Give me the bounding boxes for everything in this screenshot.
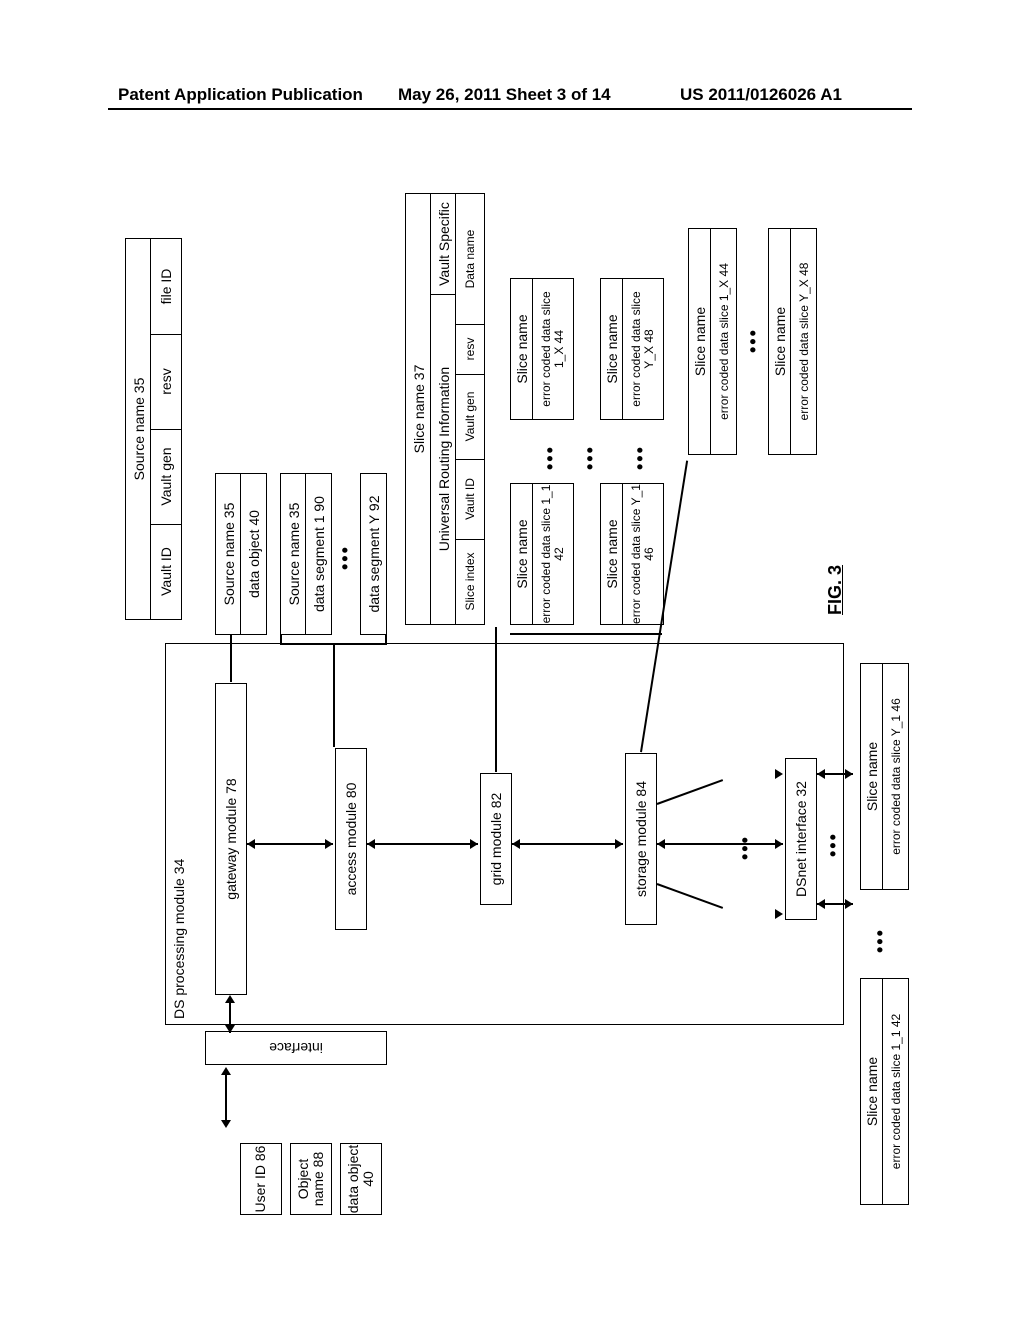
slice-name-8: Slice name <box>860 663 884 890</box>
vault-gen: Vault gen <box>150 428 182 525</box>
object-name-box: Object name 88 <box>290 1143 332 1215</box>
header-rule <box>108 108 912 110</box>
header-left: Patent Application Publication <box>118 85 363 105</box>
gateway-module: gateway module 78 <box>215 683 247 995</box>
data-segment-y: data segment Y 92 <box>360 473 387 635</box>
ec-slice-yx: error coded data slice Y_X 48 <box>622 278 664 420</box>
slice-name-3: Slice name <box>600 483 624 625</box>
grid-module: grid module 82 <box>480 773 512 905</box>
user-id-box: User ID 86 <box>240 1143 282 1215</box>
ec-slice-11-b: error coded data slice 1_1 42 <box>882 978 909 1205</box>
dots: ••• <box>540 445 561 470</box>
dots: ••• <box>823 832 844 857</box>
data-segment-1: data segment 1 90 <box>305 473 332 635</box>
slice-name-7: Slice name <box>860 978 884 1205</box>
dots: ••• <box>580 445 601 470</box>
source-name-35-2: Source name 35 <box>215 473 242 635</box>
ec-slice-1x: error coded data slice 1_X 44 <box>532 278 574 420</box>
dots: ••• <box>743 328 764 353</box>
dots: ••• <box>735 835 756 860</box>
ec-slice-1x-b: error coded data slice 1_X 44 <box>710 228 737 455</box>
slice-name-37: Slice name 37 <box>405 193 432 625</box>
dots: ••• <box>630 445 651 470</box>
header-right: US 2011/0126026 A1 <box>680 85 842 105</box>
dsnet-interface: DSnet interface 32 <box>785 758 817 920</box>
header-mid: May 26, 2011 Sheet 3 of 14 <box>398 85 611 105</box>
vault-id: Vault ID <box>150 523 182 620</box>
slice-name-6: Slice name <box>768 228 792 455</box>
interface-box: interface <box>205 1031 387 1065</box>
slice-index: Slice index <box>455 538 485 625</box>
storage-module: storage module 84 <box>625 753 657 925</box>
slice-name-4: Slice name <box>600 278 624 420</box>
file-id: file ID <box>150 238 182 335</box>
data-object-40-2: data object 40 <box>240 473 267 635</box>
resv-2: resv <box>455 323 485 375</box>
dots: ••• <box>870 928 891 953</box>
dots: ••• <box>335 545 356 570</box>
figure-label: FIG. 3 <box>825 565 846 615</box>
ec-slice-yx-b: error coded data slice Y_X 48 <box>790 228 817 455</box>
source-name-header: Source name 35 <box>125 238 152 620</box>
vault-gen-2: Vault gen <box>455 373 485 460</box>
data-name: Data name <box>455 193 485 325</box>
resv: resv <box>150 333 182 430</box>
slice-name-5: Slice name <box>688 228 712 455</box>
slice-name-1: Slice name <box>510 483 534 625</box>
access-module: access module 80 <box>335 748 367 930</box>
vault-specific: Vault Specific <box>430 193 457 295</box>
ec-slice-y1-b: error coded data slice Y_1 46 <box>882 663 909 890</box>
ec-slice-11: error coded data slice 1_1 42 <box>532 483 574 625</box>
slice-name-2: Slice name <box>510 278 534 420</box>
source-name-35-3: Source name 35 <box>280 473 307 635</box>
vault-id-2: Vault ID <box>455 458 485 540</box>
universal-routing: Universal Routing Information <box>430 293 457 625</box>
ec-slice-y1: error coded data slice Y_1 46 <box>622 483 664 625</box>
data-object-box: data object 40 <box>340 1143 382 1215</box>
